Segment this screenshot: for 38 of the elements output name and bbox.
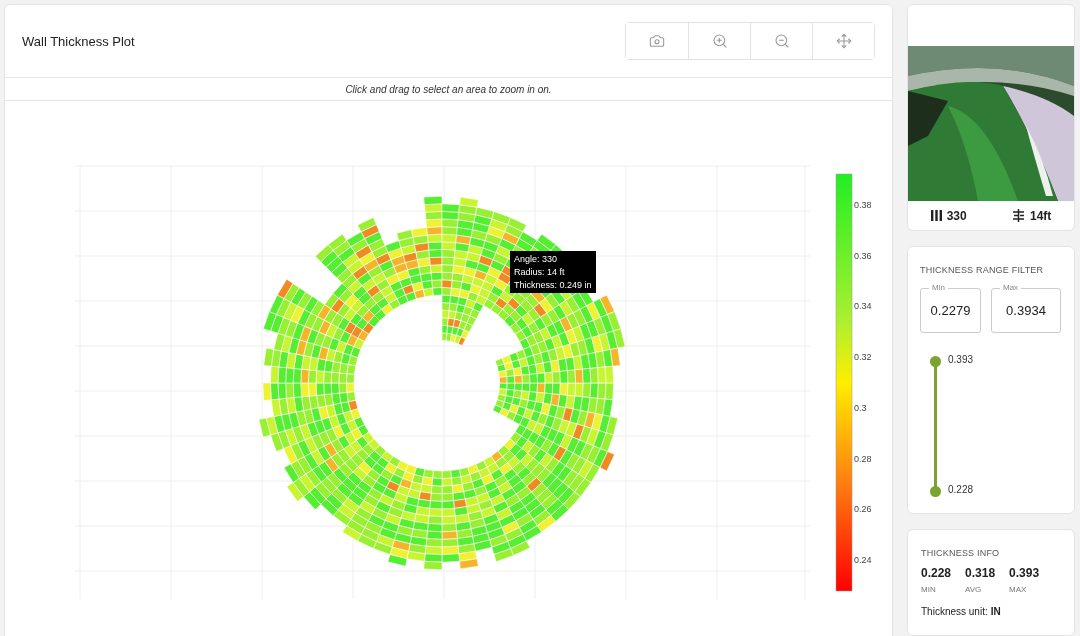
- slider-thumb[interactable]: [930, 356, 941, 367]
- tooltip-line: Radius: 14 ft: [514, 266, 566, 278]
- slider-thumb[interactable]: [930, 486, 941, 497]
- filter-title: THICKNESS RANGE FILTER: [920, 265, 1045, 275]
- stat-value: 0.318: [965, 566, 996, 580]
- angle-value: 330: [946, 208, 967, 223]
- colorbar-tick: 0.36: [854, 250, 872, 261]
- pan-button[interactable]: [812, 23, 874, 59]
- tooltip-line: Angle: 330: [514, 253, 559, 265]
- colorbar-tick: 0.26: [854, 504, 872, 515]
- zoom-hint: Click and drag to select an area to zoom in on.: [345, 83, 552, 95]
- columns-icon: [930, 210, 942, 221]
- info-title: THICKNESS INFO: [921, 548, 1001, 558]
- unit-label: Thickness unit:: [921, 606, 988, 617]
- colorbar-tick: 0.28: [854, 453, 872, 464]
- camera-icon: [649, 33, 665, 49]
- stat-value: 0.228: [921, 566, 952, 580]
- stat-label: MIN: [921, 585, 937, 594]
- stat-value: 0.393: [1009, 566, 1040, 580]
- tooltip-line: Thickness: 0.249 in: [514, 279, 592, 291]
- zoom-in-icon: [711, 33, 728, 49]
- depth-value: 14ft: [1030, 208, 1052, 223]
- field-label: Max: [1000, 283, 1022, 292]
- zoom-out-icon: [773, 33, 790, 49]
- plot-title: Wall Thickness Plot: [22, 33, 135, 49]
- pan-icon: [835, 33, 852, 49]
- field-label: Min: [929, 283, 948, 292]
- stat-label: AVG: [965, 585, 983, 594]
- unit-value: IN: [990, 606, 1001, 617]
- thumb-value: 0.228: [948, 484, 974, 495]
- colorbar-tick: 0.34: [854, 301, 872, 312]
- colorbar-tick: 0.3: [854, 402, 867, 413]
- stat-label: MAX: [1009, 585, 1028, 594]
- colorbar-tick: 0.38: [854, 200, 872, 210]
- scale-icon: [1012, 209, 1025, 222]
- thumb-value: 0.393: [948, 354, 974, 365]
- colorbar-tick: 0.24: [854, 554, 872, 565]
- colorbar-tick: 0.32: [854, 352, 872, 363]
